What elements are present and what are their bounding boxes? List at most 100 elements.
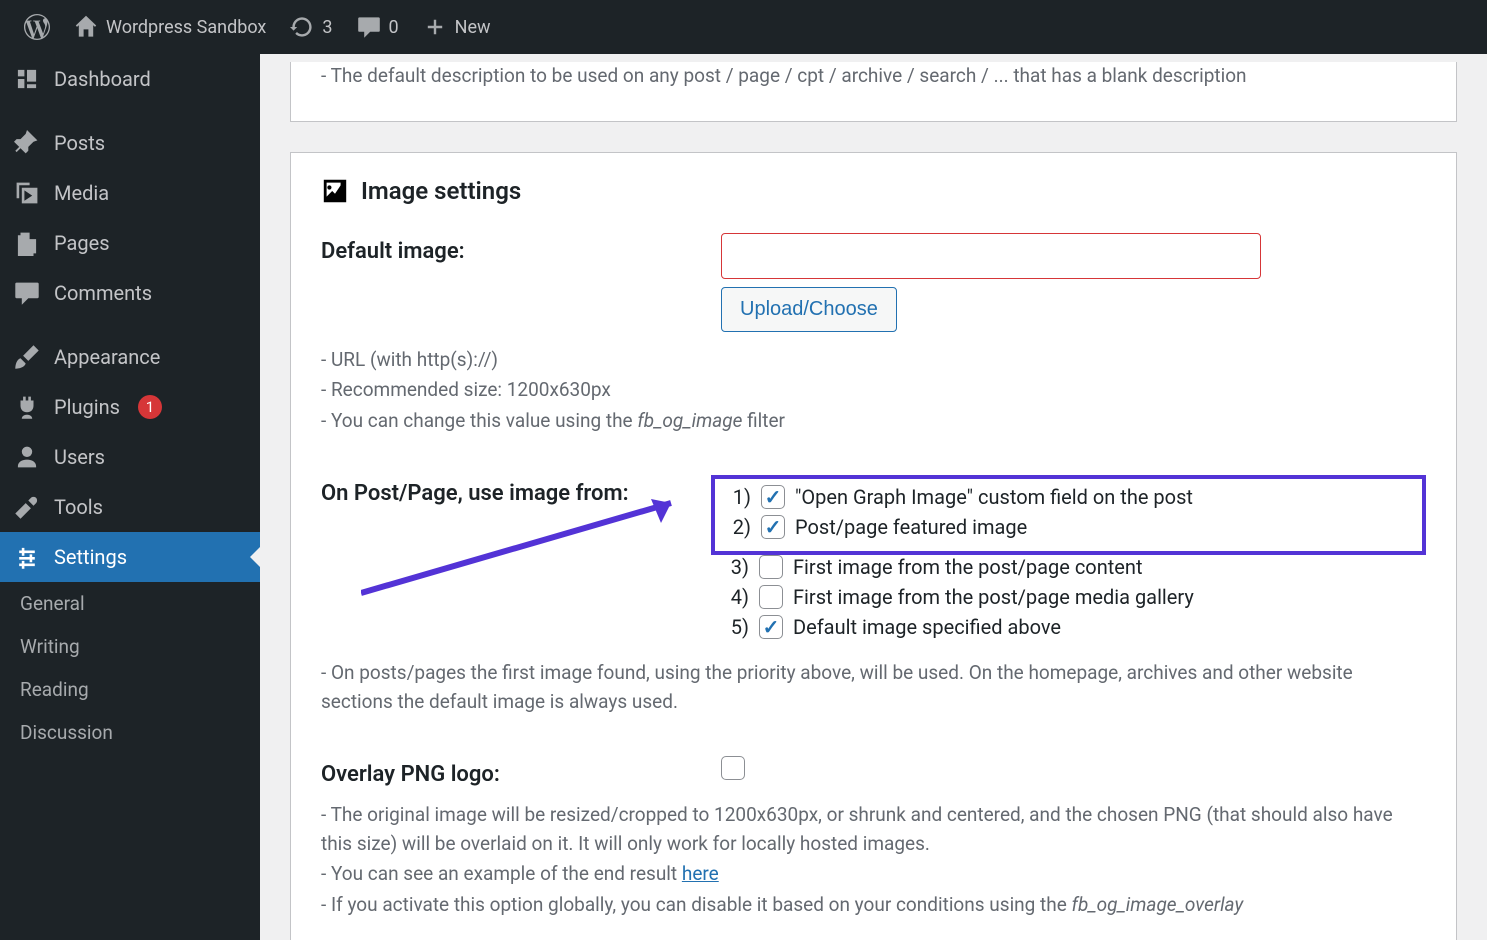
on-post-image-row: On Post/Page, use image from: 1)"Open Gr… bbox=[321, 475, 1426, 645]
sidebar-item-label: Plugins bbox=[54, 395, 120, 419]
sidebar-item-pages[interactable]: Pages bbox=[0, 218, 260, 268]
option-checkbox[interactable] bbox=[759, 555, 783, 579]
sidebar-item-posts[interactable]: Posts bbox=[0, 118, 260, 168]
site-home-link[interactable]: Wordpress Sandbox bbox=[62, 0, 278, 54]
hint-url: - URL (with http(s)://) bbox=[321, 346, 1426, 375]
prev-section-card: - The default description to be used on … bbox=[290, 62, 1457, 122]
comments-icon bbox=[14, 280, 40, 306]
wrench-icon bbox=[14, 494, 40, 520]
user-icon bbox=[14, 444, 40, 470]
sidebar-item-label: Media bbox=[54, 181, 109, 205]
option-number: 2) bbox=[723, 515, 751, 539]
image-icon bbox=[321, 177, 349, 205]
option-label: First image from the post/page media gal… bbox=[793, 585, 1194, 609]
annotation-highlight-box: 1) "Open Graph Image" custom field on the… bbox=[711, 475, 1426, 555]
option-checkbox[interactable] bbox=[761, 515, 785, 539]
submenu-reading[interactable]: Reading bbox=[0, 668, 260, 711]
image-option-row: 3) First image from the post/page content bbox=[721, 555, 1426, 579]
main-content: - The default description to be used on … bbox=[260, 54, 1487, 940]
default-image-row: Default image: Upload/Choose bbox=[321, 233, 1426, 332]
option-label: "Open Graph Image" custom field on the p… bbox=[795, 485, 1193, 509]
new-content-link[interactable]: New bbox=[411, 0, 503, 54]
overlay-example-link[interactable]: here bbox=[682, 862, 719, 885]
overlay-hint3-pre: - If you activate this option globally, … bbox=[321, 893, 1072, 916]
submenu-writing[interactable]: Writing bbox=[0, 625, 260, 668]
submenu-discussion[interactable]: Discussion bbox=[0, 711, 260, 754]
sidebar-item-label: Appearance bbox=[54, 345, 160, 369]
media-icon bbox=[14, 180, 40, 206]
sidebar-item-label: Settings bbox=[54, 545, 127, 569]
section-title-text: Image settings bbox=[361, 177, 521, 205]
brush-icon bbox=[14, 344, 40, 370]
image-option-row: 4) First image from the post/page media g… bbox=[721, 585, 1426, 609]
admin-sidebar: Dashboard Posts Media Pages Comments App… bbox=[0, 54, 260, 940]
image-option-row: 2) Post/page featured image bbox=[723, 515, 1414, 539]
image-option-row: 5) Default image specified above bbox=[721, 615, 1426, 639]
image-options-list: 1) "Open Graph Image" custom field on the… bbox=[721, 475, 1426, 645]
menu-separator bbox=[0, 104, 260, 118]
pages-icon bbox=[14, 230, 40, 256]
overlay-hint3-em: fb_og_image_overlay bbox=[1072, 893, 1244, 916]
prev-section-hint: - The default description to be used on … bbox=[321, 62, 1426, 91]
settings-icon bbox=[14, 544, 40, 570]
option-checkbox[interactable] bbox=[759, 585, 783, 609]
annotation-arrow bbox=[361, 493, 691, 603]
section-title: Image settings bbox=[321, 177, 1426, 205]
hint-filter-pre: - You can change this value using the bbox=[321, 409, 637, 432]
overlay-hint3: - If you activate this option globally, … bbox=[321, 891, 1426, 920]
overlay-hint2-pre: - You can see an example of the end resu… bbox=[321, 862, 682, 885]
admin-top-bar: Wordpress Sandbox 3 0 New bbox=[0, 0, 1487, 54]
option-number: 3) bbox=[721, 555, 749, 579]
comments-count: 0 bbox=[389, 17, 399, 38]
site-name: Wordpress Sandbox bbox=[106, 17, 266, 38]
comments-link[interactable]: 0 bbox=[345, 0, 411, 54]
sidebar-item-comments[interactable]: Comments bbox=[0, 268, 260, 318]
new-label: New bbox=[455, 17, 491, 38]
sidebar-item-tools[interactable]: Tools bbox=[0, 482, 260, 532]
option-number: 1) bbox=[723, 485, 751, 509]
sidebar-item-label: Posts bbox=[54, 131, 105, 155]
default-image-label: Default image: bbox=[321, 233, 721, 264]
hint-filter-post: filter bbox=[742, 409, 785, 432]
upload-choose-button[interactable]: Upload/Choose bbox=[721, 287, 897, 332]
hint-filter: - You can change this value using the fb… bbox=[321, 407, 1426, 436]
wp-logo[interactable] bbox=[12, 0, 62, 54]
option-label: Post/page featured image bbox=[795, 515, 1027, 539]
sidebar-item-users[interactable]: Users bbox=[0, 432, 260, 482]
overlay-checkbox[interactable] bbox=[721, 756, 745, 780]
hint-filter-em: fb_og_image bbox=[637, 409, 742, 432]
overlay-hint2: - You can see an example of the end resu… bbox=[321, 860, 1426, 889]
sidebar-item-label: Users bbox=[54, 445, 105, 469]
option-number: 5) bbox=[721, 615, 749, 639]
option-label: Default image specified above bbox=[793, 615, 1061, 639]
plugins-badge: 1 bbox=[138, 395, 162, 419]
option-checkbox[interactable] bbox=[759, 615, 783, 639]
sidebar-item-plugins[interactable]: Plugins 1 bbox=[0, 382, 260, 432]
sidebar-item-media[interactable]: Media bbox=[0, 168, 260, 218]
submenu-general[interactable]: General bbox=[0, 582, 260, 625]
image-settings-card: Image settings Default image: Upload/Cho… bbox=[290, 152, 1457, 940]
sidebar-item-label: Tools bbox=[54, 495, 103, 519]
updates-count: 3 bbox=[322, 17, 332, 38]
option-number: 4) bbox=[721, 585, 749, 609]
pin-icon bbox=[14, 130, 40, 156]
overlay-hint1: - The original image will be resized/cro… bbox=[321, 801, 1426, 858]
sidebar-item-label: Comments bbox=[54, 281, 152, 305]
sidebar-item-label: Dashboard bbox=[54, 67, 151, 91]
default-image-input[interactable] bbox=[721, 233, 1261, 279]
option-label: First image from the post/page content bbox=[793, 555, 1142, 579]
overlay-label: Overlay PNG logo: bbox=[321, 756, 721, 787]
priority-hint: - On posts/pages the first image found, … bbox=[321, 659, 1426, 716]
overlay-row: Overlay PNG logo: bbox=[321, 756, 1426, 787]
sidebar-item-settings[interactable]: Settings bbox=[0, 532, 260, 582]
option-checkbox[interactable] bbox=[761, 485, 785, 509]
plugin-icon bbox=[14, 394, 40, 420]
hint-size: - Recommended size: 1200x630px bbox=[321, 376, 1426, 405]
menu-separator bbox=[0, 318, 260, 332]
sidebar-item-label: Pages bbox=[54, 231, 110, 255]
sidebar-item-appearance[interactable]: Appearance bbox=[0, 332, 260, 382]
sidebar-item-dashboard[interactable]: Dashboard bbox=[0, 54, 260, 104]
image-option-row: 1) "Open Graph Image" custom field on the… bbox=[723, 485, 1414, 509]
dashboard-icon bbox=[14, 66, 40, 92]
updates-link[interactable]: 3 bbox=[278, 0, 344, 54]
